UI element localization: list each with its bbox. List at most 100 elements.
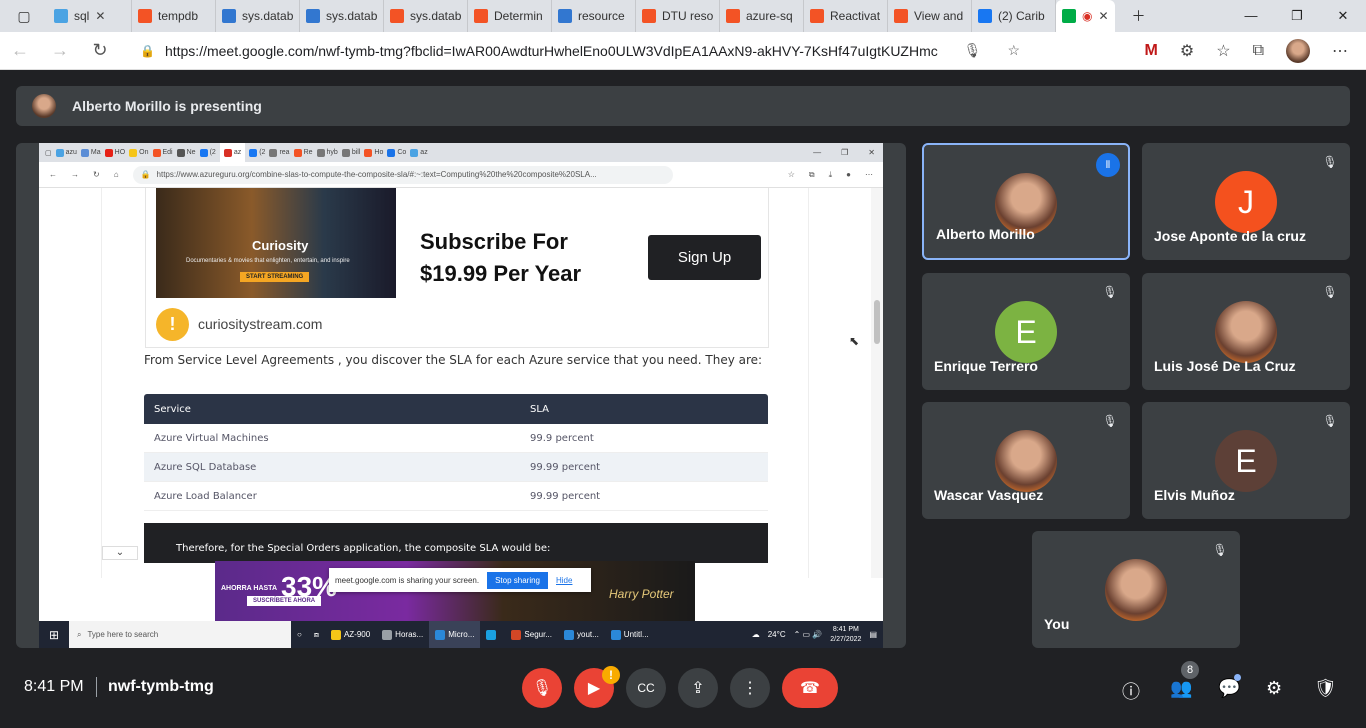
browser-tab[interactable]: sql ✕ [48,0,132,32]
shared-tab-icon [364,148,373,157]
browser-tab[interactable]: resource [552,0,636,32]
app-icon [435,629,446,640]
taskbar-tray: ☁ 24°C ⌃ ▭ 🔊 8:41 PM 2/27/2022 ▤ [752,625,883,645]
bottom-ad-subscribe: SUSCRÍBETE AHORA [247,596,322,606]
more-menu-icon[interactable]: ⋯ [1332,41,1348,61]
participant-tile[interactable]: Wascar Vasquez 🎙 [922,402,1130,519]
collections-icon[interactable]: ⧉ [1253,42,1264,60]
browser-tab[interactable]: DTU reso [636,0,720,32]
chat-icon[interactable]: 💬 [1218,678,1240,699]
browser-tab[interactable]: (2) Carib [972,0,1056,32]
browser-tab[interactable]: sys.datab [300,0,384,32]
profile-avatar[interactable] [1286,38,1310,63]
shared-tab-label: Ho [374,149,384,156]
bottom-ad-movie: Harry Potter [609,587,674,601]
maximize-button[interactable]: ❐ [1274,8,1320,24]
browser-tab[interactable]: tempdb [132,0,216,32]
mic-off-button[interactable]: 🎙 [522,668,562,708]
participant-avatar: J [1215,171,1277,233]
mic-icon[interactable]: 🎙 [964,42,982,59]
shared-url-field: 🔒 https://www.azureguru.org/combine-slas… [132,165,673,184]
refresh-button[interactable]: ↻ [80,40,120,61]
shared-tab: (2 [199,143,216,162]
participant-tile[interactable]: E Enrique Terrero 🎙 [922,273,1130,390]
tab-meet-active[interactable]: ◉ ✕ [1056,0,1115,32]
browser-tab[interactable]: sys.datab [384,0,468,32]
tab-label: sys.datab [242,9,294,23]
tab-favicon-icon [978,9,992,23]
tab-label: Determin [494,9,543,23]
table-row: Azure Load Balancer 99.99 percent [144,482,768,511]
minimize-button[interactable]: — [1228,8,1274,24]
close-tab-icon[interactable]: ✕ [95,9,105,23]
more-options-button[interactable]: ⋮ [730,668,770,708]
shared-window-controls: — ❐ ✕ [813,148,875,157]
forward-button[interactable]: → [40,40,80,61]
shared-tab-icon [176,148,185,157]
host-controls-icon[interactable]: 🛡 [1314,678,1337,699]
shared-tab-label: az [420,149,428,156]
participant-tile[interactable]: Luis José De La Cruz 🎙 [1142,273,1350,390]
leave-call-button[interactable]: ☎ [782,668,838,708]
weather-icon: ☁ [751,630,760,639]
mic-muted-icon: 🎙 [1212,543,1228,557]
browser-tab[interactable]: Determin [468,0,552,32]
people-icon[interactable]: 👥 [1170,678,1192,699]
participant-tile[interactable]: You 🎙 [1032,531,1240,648]
tab-label: tempdb [158,9,199,23]
shared-tab: Edi [152,143,173,162]
taskbar-app: Untitl... [605,621,655,648]
taskbar-app: Horas... [376,621,429,648]
new-tab-button[interactable]: ＋ [1115,0,1163,32]
sla-table: Service SLA Azure Virtual Machines 99.9 … [144,394,768,511]
activities-icon[interactable]: ⚙ [1266,678,1282,699]
shared-tab: Re [293,143,313,162]
participant-name: Alberto Morillo [936,226,1035,242]
browser-tab[interactable]: sys.datab [216,0,300,32]
chevron-down-icon: ⌄ [102,546,138,560]
participant-tile[interactable]: J Jose Aponte de la cruz 🎙 [1142,143,1350,260]
app-icon [486,629,497,640]
ad-headline: Subscribe For $19.99 Per Year [420,226,630,290]
tab-actions-icon[interactable]: ▢ [0,0,48,32]
cell-service: Azure SQL Database [154,461,257,473]
close-tab-icon[interactable]: ✕ [1098,9,1108,23]
tab-label: DTU reso [662,9,714,23]
meeting-time: 8:41 PM [24,678,84,695]
speaking-indicator-icon: ⦀ [1096,153,1120,177]
participant-tile[interactable]: Alberto Morillo ⦀ [922,143,1130,260]
shared-tab-label: Co [397,149,407,156]
extensions-icon[interactable]: ⚙ [1180,41,1194,61]
shared-tab-label: Ne [186,149,196,156]
info-icon[interactable]: ⓘ [1122,678,1140,704]
shared-tab-label: azu [65,149,77,156]
tab-label: Reactivat [830,9,881,23]
browser-tab[interactable]: View and [888,0,972,32]
tray-icons: ⌃ ▭ 🔊 [793,630,823,639]
tab-label: resource [578,9,625,23]
close-window-button[interactable]: ✕ [1320,8,1366,24]
mic-muted-icon: 🎙 [1322,414,1338,428]
mcafee-icon[interactable]: M [1145,42,1158,60]
taskbar-search: ⌕ Type here to search [69,621,291,648]
shared-tab-icon [341,148,350,157]
app-icon [330,629,341,640]
shared-tab: (2 [249,143,265,162]
present-button[interactable]: ⇪ [678,668,718,708]
tab-favicon-icon [306,9,320,23]
captions-button[interactable]: CC [626,668,666,708]
mouse-cursor-icon: ⬉ [849,334,860,348]
shared-tab-label: az [233,149,242,156]
shared-scrollbar [871,188,883,578]
shared-tab-icon [152,148,161,157]
shared-lock-icon: 🔒 [140,170,151,179]
favorite-icon[interactable]: ☆ [1007,42,1020,59]
browser-tab[interactable]: azure-sq [720,0,804,32]
browser-tab[interactable]: Reactivat [804,0,888,32]
favorites-icon[interactable]: ☆ [1216,41,1230,61]
participant-avatar [995,430,1057,492]
url-field[interactable]: 🔒 https://meet.google.com/nwf-tymb-tmg?f… [130,36,1030,65]
participant-tile[interactable]: E Elvis Muñoz 🎙 [1142,402,1350,519]
back-button[interactable]: ← [0,40,40,61]
taskbar-time: 8:41 PM [832,625,859,633]
